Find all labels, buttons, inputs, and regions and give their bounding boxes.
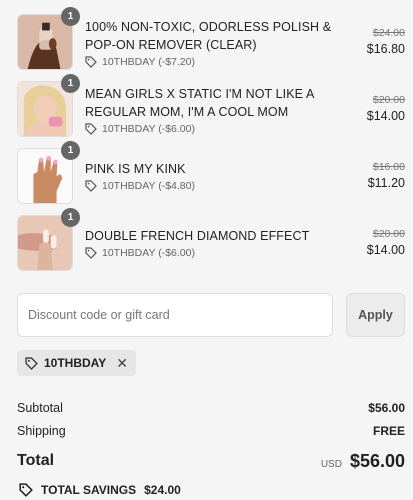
shipping-label: Shipping	[17, 423, 66, 438]
tag-icon	[85, 180, 97, 192]
product-title: 100% NON-TOXIC, ODORLESS POLISH & POP-ON…	[85, 20, 332, 52]
original-price: $20.00	[372, 228, 405, 240]
discounted-price: $16.80	[366, 42, 405, 56]
product-title: MEAN GIRLS X STATIC I'M NOT LIKE A REGUL…	[85, 87, 314, 119]
savings-value: $24.00	[144, 483, 181, 497]
original-price: $16.00	[372, 161, 405, 173]
applied-code-label: 10THBDAY	[44, 356, 107, 370]
applied-discount-chip: 10THBDAY ✕	[17, 350, 136, 376]
item-discount: 10THBDAY (-$7.20)	[85, 56, 335, 68]
shipping-row: Shipping FREE	[17, 419, 405, 442]
item-discount: 10THBDAY (-$4.80)	[85, 180, 335, 192]
item-discount-label: 10THBDAY (-$7.20)	[102, 56, 195, 68]
discount-form: Apply	[17, 293, 405, 337]
item-discount-label: 10THBDAY (-$6.00)	[102, 247, 195, 259]
shipping-value: FREE	[372, 423, 405, 438]
tag-icon	[19, 483, 33, 497]
apply-button[interactable]: Apply	[346, 293, 405, 337]
tag-icon	[85, 247, 97, 259]
savings-label: TOTAL SAVINGS	[41, 483, 137, 497]
subtotal-label: Subtotal	[17, 400, 63, 415]
close-icon[interactable]: ✕	[116, 355, 128, 372]
discounted-price: $14.00	[366, 243, 405, 257]
quantity-badge: 1	[61, 7, 80, 26]
line-item: 1 100% NON-TOXIC, ODORLESS POLISH & POP-…	[17, 7, 405, 81]
item-discount-label: 10THBDAY (-$4.80)	[102, 180, 195, 192]
tag-icon	[25, 356, 38, 370]
product-title: DOUBLE FRENCH DIAMOND EFFECT	[85, 229, 310, 243]
tag-icon	[85, 56, 97, 68]
discount-code-input[interactable]	[17, 293, 333, 337]
quantity-badge: 1	[61, 208, 80, 227]
line-item: 1 MEAN GIRLS X STATIC I'M NOT LIKE A REG…	[17, 74, 405, 148]
subtotal-row: Subtotal $56.00	[17, 396, 405, 419]
total-value: $56.00	[349, 450, 405, 471]
discounted-price: $11.20	[367, 176, 405, 190]
item-discount: 10THBDAY (-$6.00)	[85, 123, 335, 135]
total-row: Total USD $56.00	[17, 447, 405, 475]
quantity-badge: 1	[61, 74, 80, 93]
order-items-list: 1 100% NON-TOXIC, ODORLESS POLISH & POP-…	[17, 7, 405, 282]
line-item: 1 PINK IS MY KINK 10THBDAY (-$4.80) $16.…	[17, 141, 405, 215]
original-price: $20.00	[372, 94, 405, 106]
order-summary: Subtotal $56.00 Shipping FREE Total USD …	[17, 396, 405, 498]
subtotal-value: $56.00	[368, 400, 405, 415]
quantity-badge: 1	[61, 141, 80, 160]
item-discount: 10THBDAY (-$6.00)	[85, 247, 335, 259]
original-price: $24.00	[372, 27, 405, 39]
total-label: Total	[17, 452, 55, 469]
discounted-price: $14.00	[366, 109, 405, 123]
product-title: PINK IS MY KINK	[85, 162, 186, 176]
line-item: 1 DOUBLE FRENCH DIAMOND EFFECT 10THBDAY …	[17, 208, 405, 282]
total-savings: TOTAL SAVINGS $24.00	[17, 483, 405, 497]
item-discount-label: 10THBDAY (-$6.00)	[102, 123, 195, 135]
tag-icon	[85, 123, 97, 135]
currency-code: USD	[320, 458, 342, 470]
